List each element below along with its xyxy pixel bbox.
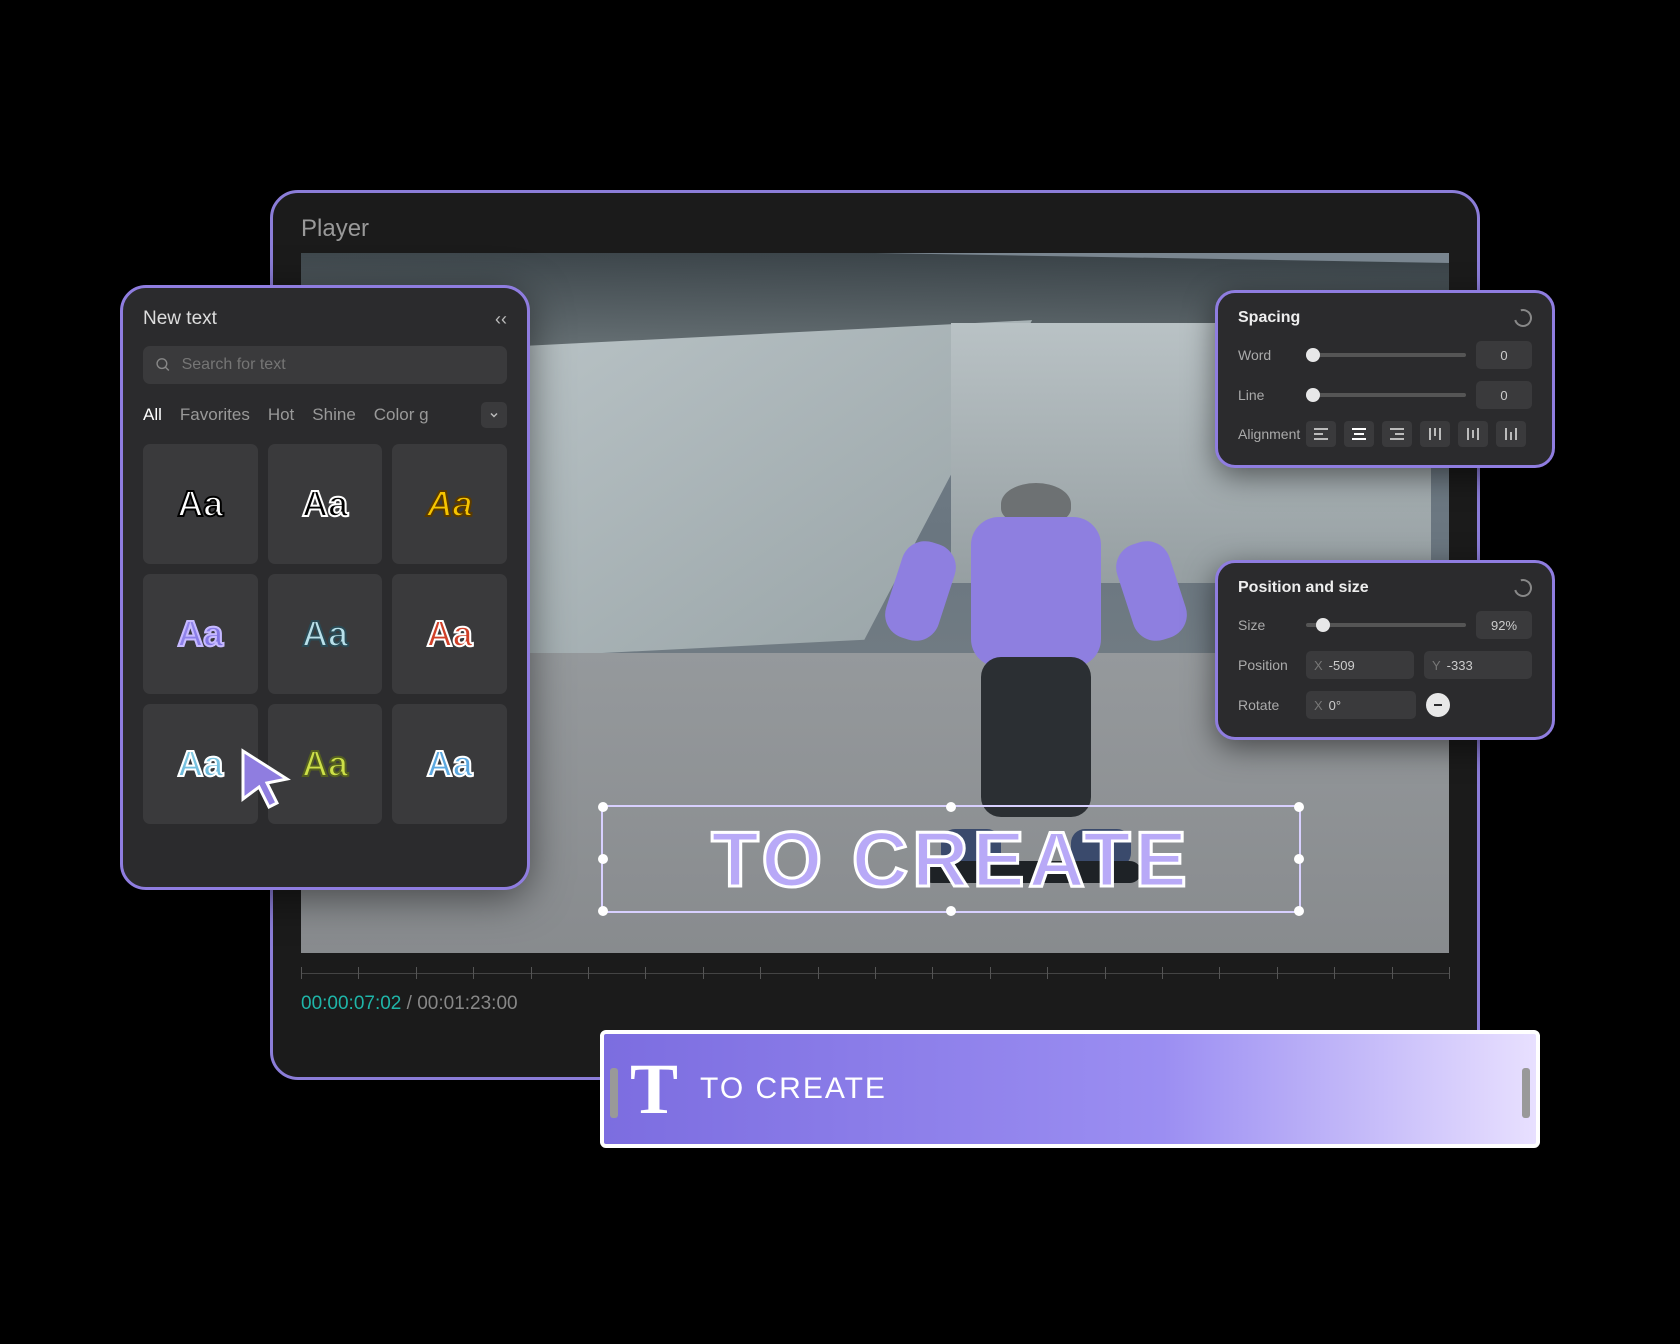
align-middle-icon[interactable] bbox=[1458, 421, 1488, 447]
text-style-tile[interactable]: Aa bbox=[268, 574, 383, 694]
position-y-field[interactable]: Y-333 bbox=[1424, 651, 1532, 679]
reset-icon[interactable] bbox=[1511, 576, 1536, 601]
position-panel: Position and size Size 92% Position X-50… bbox=[1215, 560, 1555, 740]
text-style-tile[interactable]: Aa bbox=[143, 574, 258, 694]
align-center-icon[interactable] bbox=[1344, 421, 1374, 447]
search-input[interactable] bbox=[182, 356, 495, 374]
alignment-buttons bbox=[1306, 421, 1526, 447]
size-label: Size bbox=[1238, 617, 1296, 633]
text-type-icon: T bbox=[630, 1048, 678, 1131]
search-box[interactable] bbox=[143, 346, 507, 384]
rotate-field[interactable]: X0° bbox=[1306, 691, 1416, 719]
text-overlay-box[interactable]: TO CREATE bbox=[601, 805, 1301, 913]
tab-hot[interactable]: Hot bbox=[268, 405, 294, 425]
line-label: Line bbox=[1238, 387, 1296, 403]
timecode-sep: / bbox=[407, 993, 418, 1014]
text-style-tile[interactable]: Aa bbox=[268, 444, 383, 564]
resize-handle[interactable] bbox=[1294, 854, 1304, 864]
text-style-tile[interactable]: Aa bbox=[392, 574, 507, 694]
resize-handle[interactable] bbox=[1294, 802, 1304, 812]
position-x-field[interactable]: X-509 bbox=[1306, 651, 1414, 679]
spacing-title: Spacing bbox=[1238, 309, 1300, 327]
spacing-panel: Spacing Word 0 Line 0 Alignment bbox=[1215, 290, 1555, 468]
overlay-text[interactable]: TO CREATE bbox=[603, 807, 1299, 911]
clip-trim-handle[interactable] bbox=[1522, 1068, 1530, 1118]
clip-label: TO CREATE bbox=[700, 1072, 887, 1106]
size-value[interactable]: 92% bbox=[1476, 611, 1532, 639]
line-slider[interactable] bbox=[1306, 393, 1466, 397]
tab-color[interactable]: Color g bbox=[374, 405, 429, 425]
new-text-title: New text bbox=[143, 308, 217, 330]
tab-shine[interactable]: Shine bbox=[312, 405, 355, 425]
resize-handle[interactable] bbox=[598, 802, 608, 812]
timeline-text-clip[interactable]: T TO CREATE bbox=[600, 1030, 1540, 1148]
align-top-icon[interactable] bbox=[1420, 421, 1450, 447]
align-bottom-icon[interactable] bbox=[1496, 421, 1526, 447]
collapse-icon[interactable]: ‹‹ bbox=[495, 309, 507, 330]
reset-icon[interactable] bbox=[1511, 306, 1536, 331]
timecode: 00:00:07:02 / 00:01:23:00 bbox=[301, 993, 1449, 1015]
text-style-tile[interactable]: Aa bbox=[143, 444, 258, 564]
new-text-panel: New text ‹‹ All Favorites Hot Shine Colo… bbox=[120, 285, 530, 890]
tabs-more-icon[interactable] bbox=[481, 402, 507, 428]
position-title: Position and size bbox=[1238, 579, 1369, 597]
text-style-tile[interactable]: Aa bbox=[392, 444, 507, 564]
size-slider[interactable] bbox=[1306, 623, 1466, 627]
clip-trim-handle[interactable] bbox=[610, 1068, 618, 1118]
player-title: Player bbox=[301, 215, 1449, 243]
timeline-ruler[interactable] bbox=[301, 965, 1449, 983]
text-tabs: All Favorites Hot Shine Color g bbox=[143, 402, 507, 428]
align-right-icon[interactable] bbox=[1382, 421, 1412, 447]
rotate-label: Rotate bbox=[1238, 697, 1296, 713]
tab-favorites[interactable]: Favorites bbox=[180, 405, 250, 425]
resize-handle[interactable] bbox=[946, 802, 956, 812]
resize-handle[interactable] bbox=[1294, 906, 1304, 916]
word-slider[interactable] bbox=[1306, 353, 1466, 357]
word-value[interactable]: 0 bbox=[1476, 341, 1532, 369]
text-style-grid: Aa Aa Aa Aa Aa Aa Aa Aa Aa bbox=[143, 444, 507, 824]
tab-all[interactable]: All bbox=[143, 405, 162, 425]
alignment-label: Alignment bbox=[1238, 426, 1296, 442]
resize-handle[interactable] bbox=[946, 906, 956, 916]
text-style-tile[interactable]: Aa bbox=[143, 704, 258, 824]
align-left-icon[interactable] bbox=[1306, 421, 1336, 447]
word-label: Word bbox=[1238, 347, 1296, 363]
text-style-tile[interactable]: Aa bbox=[392, 704, 507, 824]
resize-handle[interactable] bbox=[598, 854, 608, 864]
timecode-current: 00:00:07:02 bbox=[301, 993, 401, 1014]
timecode-total: 00:01:23:00 bbox=[417, 993, 517, 1014]
search-icon bbox=[155, 356, 172, 374]
resize-handle[interactable] bbox=[598, 906, 608, 916]
rotate-dial-icon[interactable] bbox=[1426, 693, 1450, 717]
text-style-tile[interactable]: Aa bbox=[268, 704, 383, 824]
position-label: Position bbox=[1238, 657, 1296, 673]
line-value[interactable]: 0 bbox=[1476, 381, 1532, 409]
